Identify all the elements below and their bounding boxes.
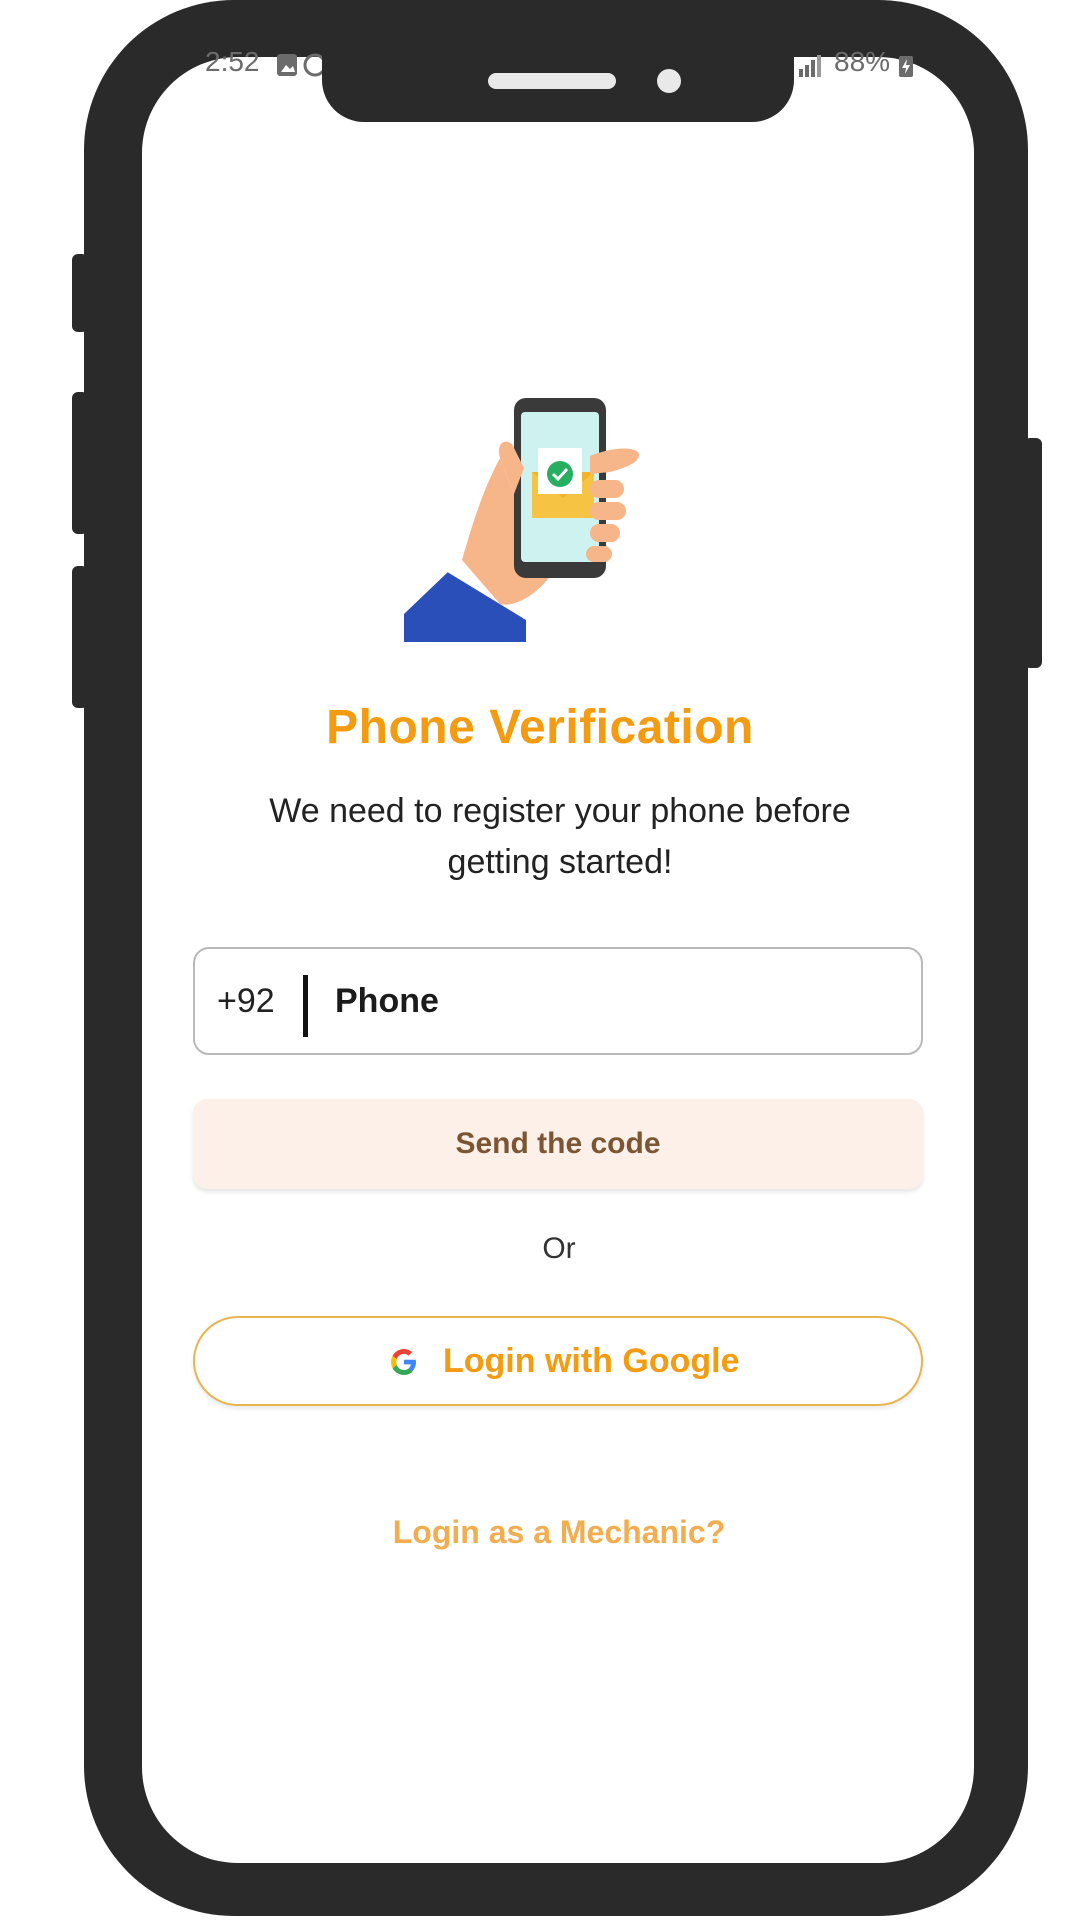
speaker-grille (488, 73, 616, 89)
volume-up-button (72, 392, 88, 534)
send-code-button[interactable]: Send the code (193, 1099, 923, 1189)
login-as-mechanic-link[interactable]: Login as a Mechanic? (0, 1514, 1080, 1551)
status-notification-icons (277, 53, 325, 77)
or-separator: Or (542, 1232, 576, 1265)
login-with-google-label: Login with Google (443, 1342, 740, 1380)
battery-icon (899, 56, 913, 77)
signal-icon (799, 55, 821, 77)
status-battery: 88% (834, 48, 891, 76)
hand-holding-phone-with-envelope-icon (404, 398, 639, 642)
phone-number-field[interactable]: +92 Phone (193, 947, 923, 1055)
country-code[interactable]: +92 (217, 949, 275, 1053)
status-time: 2:52 (205, 48, 260, 76)
phone-input-placeholder: Phone (335, 982, 439, 1020)
notch (322, 0, 794, 122)
volume-down-button (72, 566, 88, 708)
login-with-google-button[interactable]: Login with Google (193, 1316, 923, 1406)
google-g-icon (391, 1349, 416, 1375)
input-divider (303, 975, 308, 1037)
mute-switch (72, 254, 88, 332)
page-subtitle: We need to register your phone before ge… (269, 792, 851, 881)
power-button (1024, 438, 1042, 668)
page-title: Phone Verification (326, 701, 754, 754)
front-camera (657, 69, 681, 93)
canvas: 2:52 88% Phone Verification We need to r… (0, 0, 1080, 1920)
